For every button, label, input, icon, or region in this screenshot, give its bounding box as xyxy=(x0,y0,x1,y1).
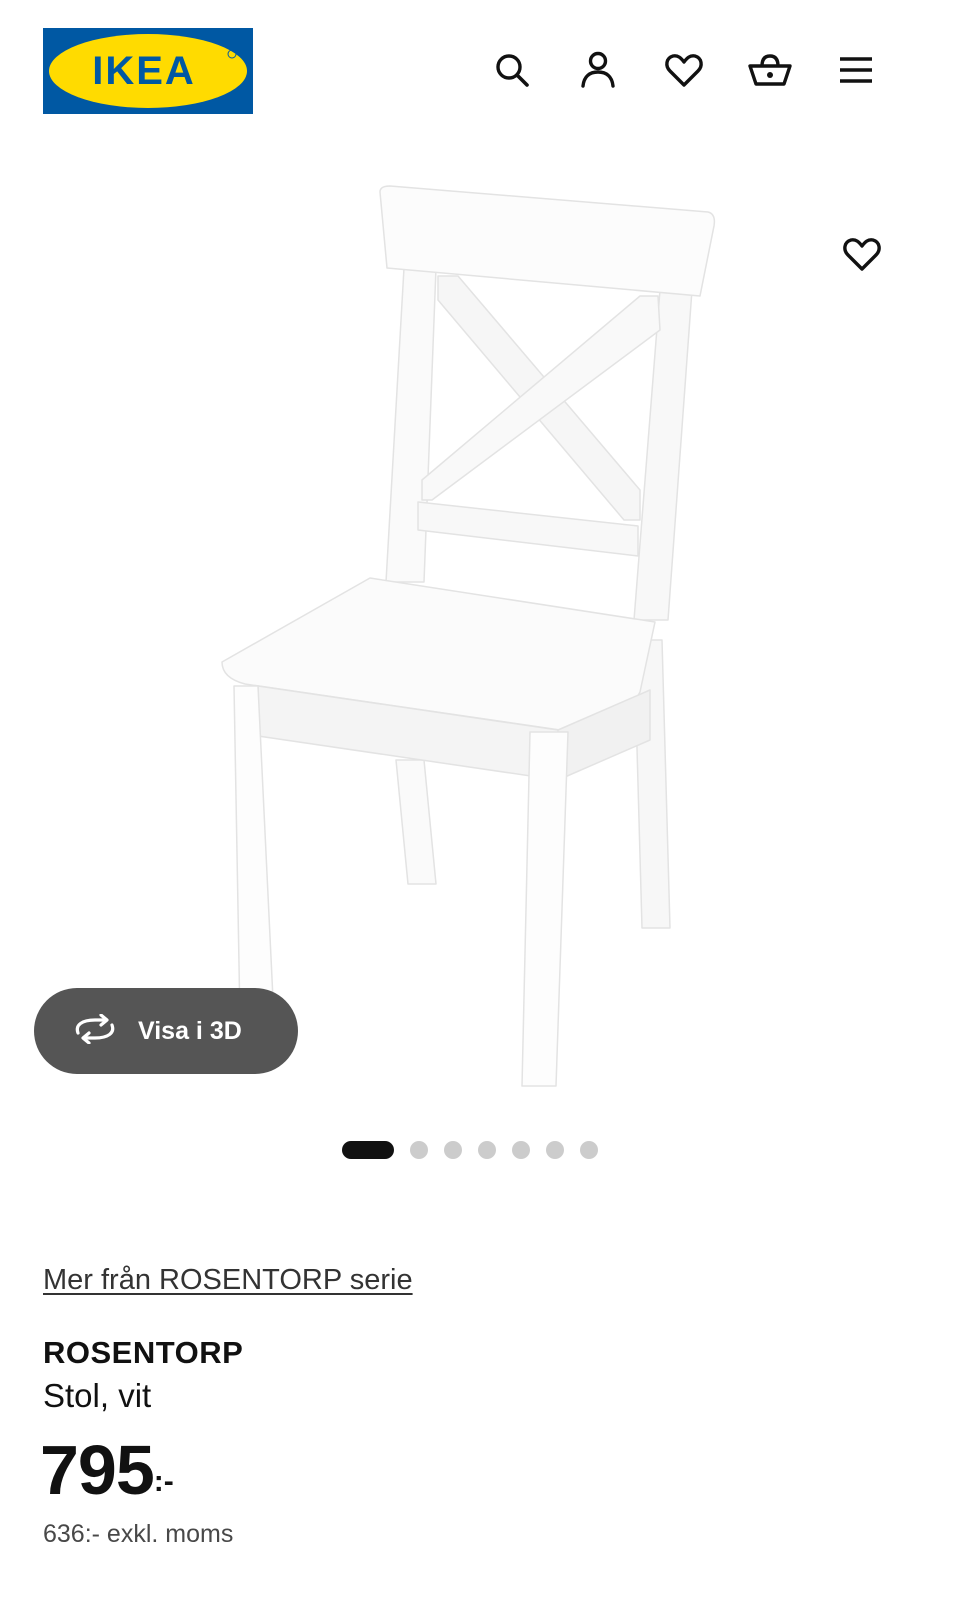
carousel-dot[interactable] xyxy=(342,1141,394,1159)
header-actions xyxy=(488,46,880,94)
logo-text: IKEA xyxy=(92,49,196,93)
chair-illustration xyxy=(221,185,716,1087)
user-icon[interactable] xyxy=(574,46,622,94)
series-link[interactable]: Mer från ROSENTORP serie xyxy=(43,1264,413,1297)
carousel-dot[interactable] xyxy=(478,1141,496,1159)
carousel-pagination xyxy=(342,1141,598,1159)
ikea-logo[interactable]: IKEA xyxy=(43,28,253,114)
view-in-3d-button[interactable]: Visa i 3D xyxy=(34,988,298,1074)
carousel-dot[interactable] xyxy=(512,1141,530,1159)
price-suffix: :- xyxy=(153,1465,174,1498)
menu-icon[interactable] xyxy=(832,46,880,94)
view-in-3d-label: Visa i 3D xyxy=(138,1016,242,1045)
heart-icon[interactable] xyxy=(660,46,708,94)
rotate-3d-icon xyxy=(72,1012,118,1049)
product-name: ROSENTORP xyxy=(43,1335,244,1370)
carousel-dot[interactable] xyxy=(580,1141,598,1159)
product-description: Stol, vit xyxy=(43,1377,152,1414)
logo-graphic: IKEA xyxy=(49,34,247,108)
product-image[interactable] xyxy=(0,130,960,1120)
price-integer: 795 xyxy=(40,1431,155,1509)
favorite-heart-icon[interactable] xyxy=(838,230,886,278)
carousel-dot[interactable] xyxy=(410,1141,428,1159)
price-excl-vat: 636:- exkl. moms xyxy=(43,1520,234,1548)
product-price: 795 :- xyxy=(40,1430,174,1510)
basket-icon[interactable] xyxy=(746,46,794,94)
search-icon[interactable] xyxy=(488,46,536,94)
carousel-dot[interactable] xyxy=(444,1141,462,1159)
carousel-dot[interactable] xyxy=(546,1141,564,1159)
site-header: IKEA xyxy=(0,0,960,130)
